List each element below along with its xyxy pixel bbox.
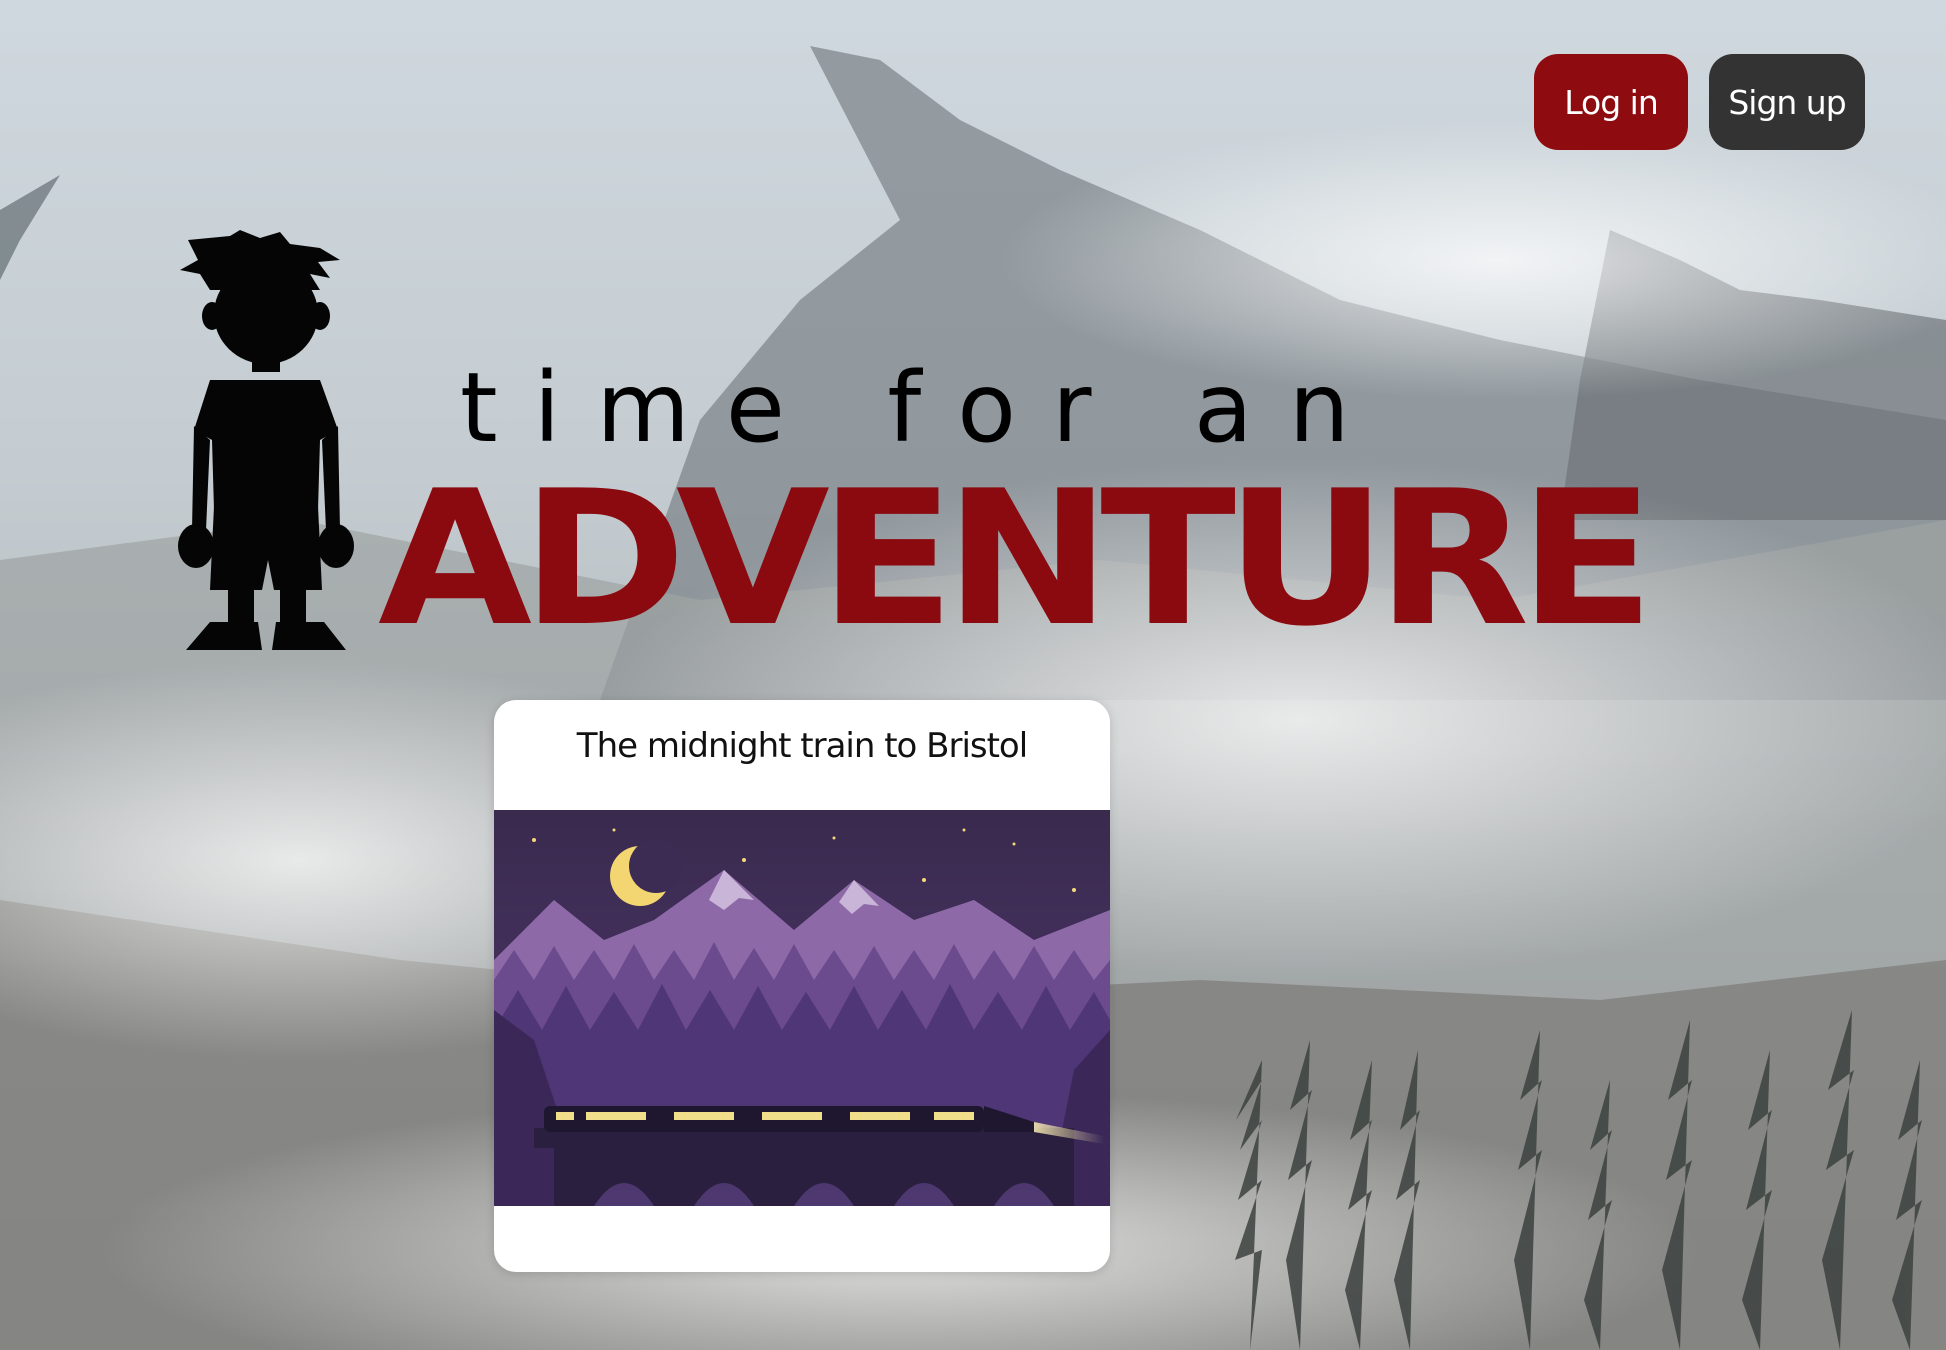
night-train-illustration-icon[interactable]: [494, 810, 1110, 1206]
signup-button[interactable]: Sign up: [1709, 54, 1865, 150]
story-card[interactable]: The midnight train to Bristol: [494, 700, 1110, 1272]
logo-title: ADVENTURE: [378, 450, 1655, 667]
site-logo: time for an ADVENTURE: [170, 230, 1655, 652]
story-card-title[interactable]: The midnight train to Bristol: [494, 726, 1110, 766]
login-button[interactable]: Log in: [1534, 54, 1688, 150]
logo-tagline: time for an: [460, 352, 1386, 464]
boy-silhouette-icon: [178, 230, 354, 650]
